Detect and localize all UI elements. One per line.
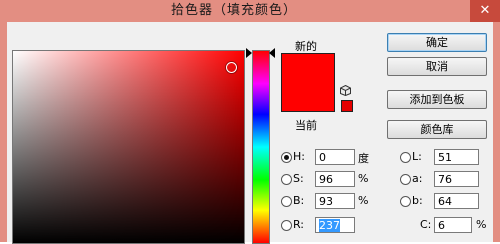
new-color-label: 新的 [295, 40, 317, 53]
window-border-left [0, 22, 7, 242]
hue-unit: 度 [358, 152, 369, 165]
current-color-swatch[interactable] [281, 82, 335, 112]
lab-a-label: a: [412, 172, 423, 185]
hue-input[interactable]: 0 [315, 149, 355, 165]
lab-l-radio[interactable] [400, 152, 411, 163]
cancel-button[interactable]: 取消 [387, 57, 487, 76]
hue-slider-arrow-right[interactable] [269, 48, 275, 58]
websafe-color-swatch[interactable] [341, 100, 353, 112]
window-border-right [493, 22, 500, 242]
ok-button[interactable]: 确定 [387, 33, 487, 52]
lab-l-input[interactable]: 51 [434, 149, 479, 165]
add-to-swatches-button[interactable]: 添加到色板 [387, 90, 487, 109]
hue-slider[interactable] [252, 50, 270, 244]
new-color-swatch [281, 53, 335, 83]
saturation-unit: % [358, 172, 369, 185]
current-color-label: 当前 [295, 119, 317, 132]
hue-label: H: [293, 150, 305, 163]
cube-icon[interactable] [340, 85, 351, 96]
lab-l-label: L: [412, 150, 422, 163]
red-input[interactable]: 237 [315, 217, 355, 233]
lab-b-radio[interactable] [400, 196, 411, 207]
window-title: 拾色器（填充颜色） [170, 3, 297, 18]
brightness-input[interactable]: 93 [315, 193, 355, 209]
saturation-label: S: [293, 172, 304, 185]
close-icon: ✕ [479, 3, 491, 18]
cyan-unit: % [476, 218, 487, 231]
brightness-label: B: [293, 194, 305, 207]
red-label: R: [293, 218, 305, 231]
brightness-unit: % [358, 194, 369, 207]
saturation-radio[interactable] [281, 174, 292, 185]
color-libraries-button[interactable]: 颜色库 [387, 120, 487, 139]
cyan-label: C: [420, 218, 432, 231]
lab-b-label: b: [412, 194, 423, 207]
red-radio[interactable] [281, 220, 292, 231]
lab-a-input[interactable]: 76 [434, 171, 479, 187]
hue-radio[interactable] [281, 152, 292, 163]
color-field[interactable] [12, 50, 245, 244]
lab-b-input[interactable]: 64 [434, 193, 479, 209]
lab-a-radio[interactable] [400, 174, 411, 185]
close-button[interactable]: ✕ [470, 0, 500, 22]
color-picker-circle[interactable] [226, 62, 237, 73]
brightness-radio[interactable] [281, 196, 292, 207]
red-input-value: 237 [319, 219, 340, 232]
cyan-input[interactable]: 6 [434, 217, 472, 233]
saturation-input[interactable]: 96 [315, 171, 355, 187]
